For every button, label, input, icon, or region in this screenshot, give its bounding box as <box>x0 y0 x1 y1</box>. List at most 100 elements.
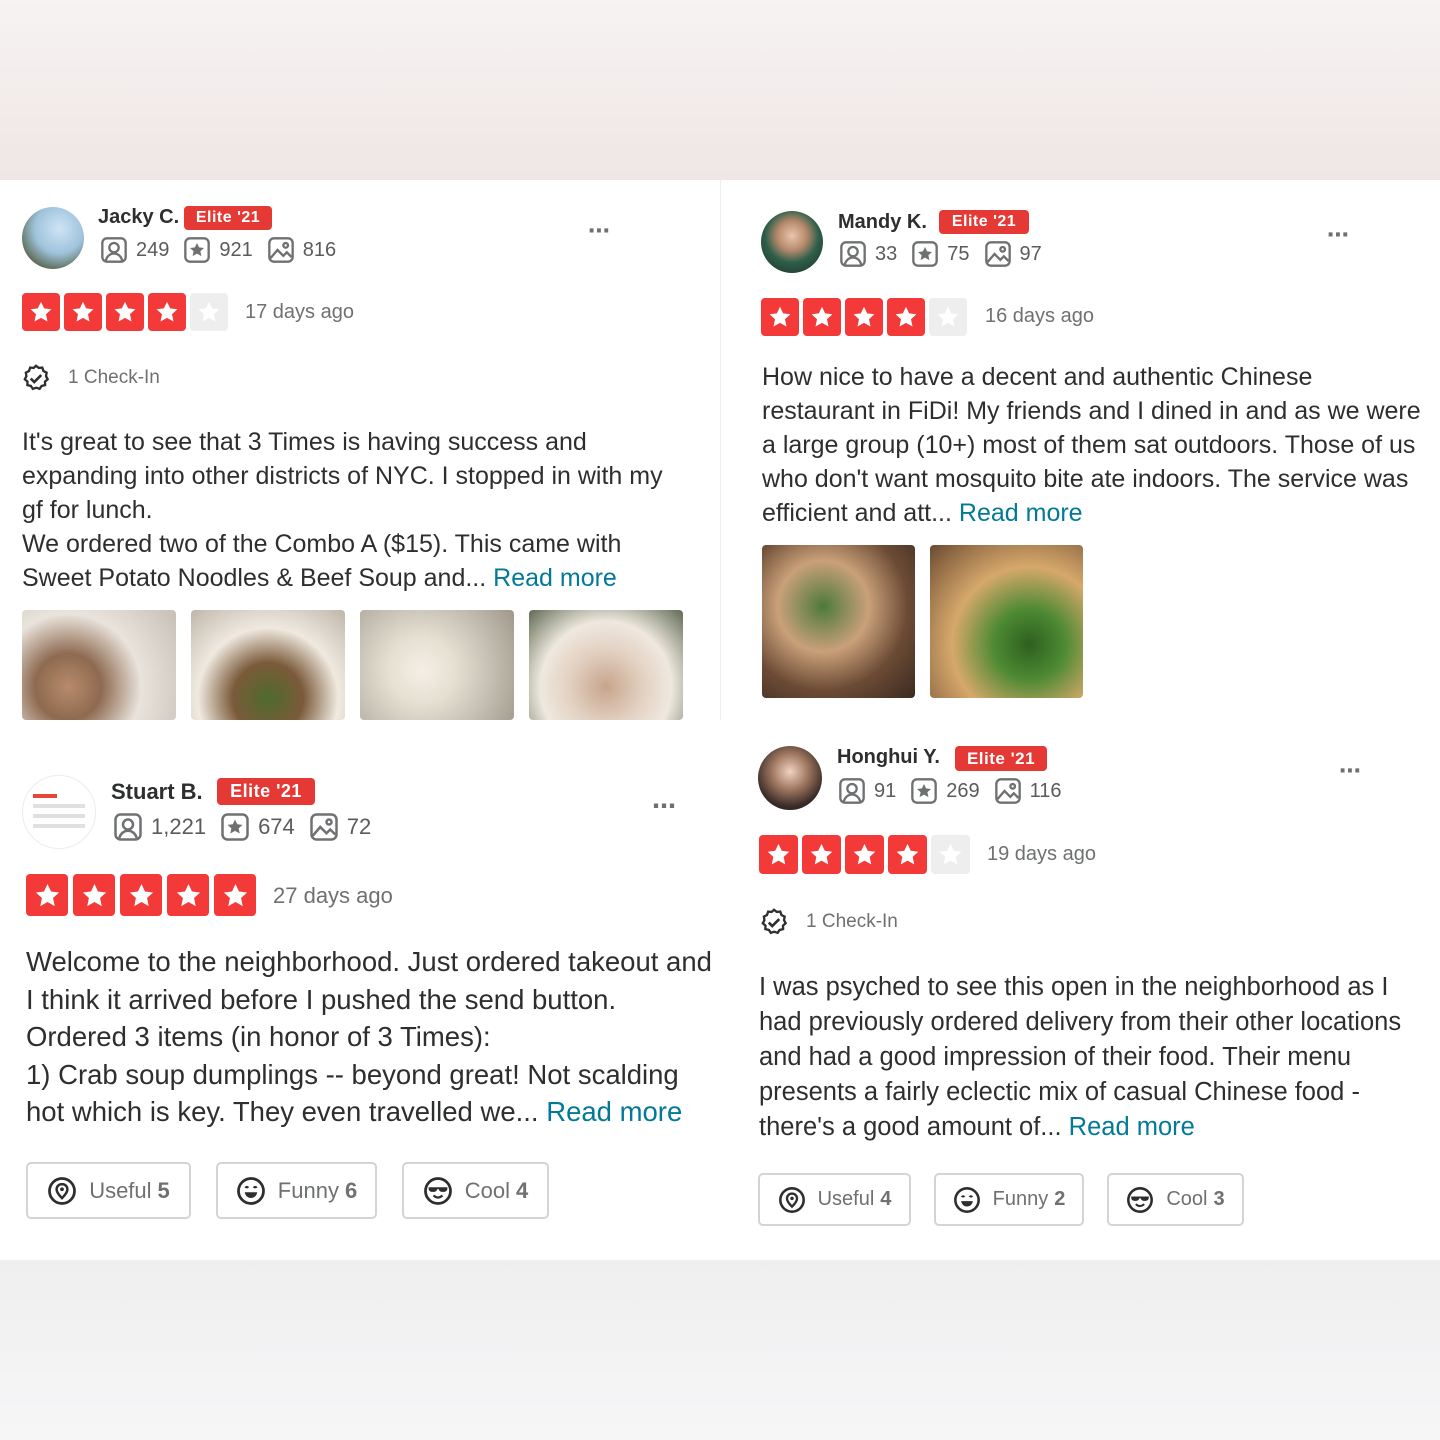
user-stats: 249 921 816 <box>100 236 350 264</box>
cool-button[interactable]: Cool 3 <box>1107 1173 1244 1226</box>
avatar[interactable] <box>758 746 822 810</box>
user-name[interactable]: Stuart B. <box>111 779 203 805</box>
elite-badge: Elite '21 <box>184 206 272 230</box>
more-icon: ⋯ <box>588 218 616 243</box>
star-icon <box>196 299 222 325</box>
more-icon: ⋯ <box>1339 758 1367 783</box>
funny-count: 2 <box>1054 1188 1066 1210</box>
rating-star <box>214 874 256 916</box>
rating-star <box>845 298 883 336</box>
friends-icon <box>838 777 866 805</box>
photos-icon <box>984 240 1012 268</box>
rating-star <box>887 298 925 336</box>
star-icon <box>174 881 203 910</box>
photos-icon <box>267 236 295 264</box>
top-background-band <box>0 0 1440 180</box>
rating-star <box>26 874 68 916</box>
avatar[interactable] <box>22 775 96 849</box>
star-icon <box>851 841 878 868</box>
checkin-icon <box>760 908 788 936</box>
friends-icon <box>839 240 867 268</box>
star-icon <box>894 841 921 868</box>
more-options-button[interactable]: ⋯ <box>652 792 682 821</box>
read-more-link[interactable]: Read more <box>1069 1113 1195 1141</box>
friends-count: 1,221 <box>151 814 207 839</box>
review-photo[interactable] <box>762 545 915 698</box>
photos-count: 97 <box>1019 242 1042 265</box>
elite-badge: Elite '21 <box>939 210 1029 234</box>
useful-count: 4 <box>880 1188 892 1210</box>
useful-button[interactable]: Useful 4 <box>758 1173 911 1226</box>
reviews-stat: 921 <box>183 236 253 264</box>
more-options-button[interactable]: ⋯ <box>588 218 616 244</box>
friends-count: 33 <box>875 242 898 265</box>
more-icon: ⋯ <box>652 793 682 820</box>
read-more-link[interactable]: Read more <box>959 499 1083 527</box>
review-photo[interactable] <box>360 610 514 720</box>
more-options-button[interactable]: ⋯ <box>1327 222 1355 248</box>
avatar[interactable] <box>22 207 84 269</box>
checkin-icon <box>22 364 50 392</box>
reviews-count: 269 <box>946 779 980 802</box>
friends-icon <box>113 812 143 842</box>
rating-star <box>761 298 799 336</box>
photos-stat: 816 <box>267 236 336 264</box>
star-icon <box>765 841 792 868</box>
rating-star <box>73 874 115 916</box>
review-text: Welcome to the neighborhood. Just ordere… <box>26 943 720 1131</box>
elite-badge: Elite '21 <box>217 778 315 805</box>
cool-count: 4 <box>516 1177 529 1203</box>
avatar[interactable] <box>761 211 823 273</box>
friends-count: 249 <box>136 238 170 261</box>
funny-icon <box>236 1176 266 1206</box>
review-photo[interactable] <box>191 610 345 720</box>
user-name[interactable]: Mandy K. <box>838 211 927 234</box>
review-text: I was psyched to see this open in the ne… <box>759 970 1419 1145</box>
star-icon <box>221 881 250 910</box>
reviews-count: 674 <box>258 814 295 839</box>
review-date: 16 days ago <box>985 305 1094 327</box>
useful-count: 5 <box>157 1177 170 1203</box>
review-photo[interactable] <box>22 610 176 720</box>
star-icon <box>809 304 835 330</box>
checkin-text: 1 Check-In <box>806 911 898 932</box>
rating-star <box>931 835 970 874</box>
star-rating <box>26 874 261 916</box>
review-photo[interactable] <box>930 545 1083 698</box>
rating-star <box>888 835 927 874</box>
read-more-link[interactable]: Read more <box>493 564 617 592</box>
user-stats: 91 269 116 <box>838 777 1076 805</box>
star-icon <box>70 299 96 325</box>
useful-label: Useful <box>817 1188 875 1210</box>
rating-star <box>120 874 162 916</box>
checkin-text: 1 Check-In <box>68 367 160 388</box>
user-name[interactable]: Honghui Y. <box>837 746 940 769</box>
rating-star <box>845 835 884 874</box>
check-in: 1 Check-In <box>760 908 898 936</box>
star-icon <box>935 304 961 330</box>
user-name[interactable]: Jacky C. <box>98 206 179 229</box>
rating-star <box>148 293 186 331</box>
cool-button[interactable]: Cool 4 <box>402 1162 549 1219</box>
star-icon <box>33 881 62 910</box>
friends-stat: 249 <box>100 236 169 264</box>
star-rating <box>761 298 971 336</box>
friends-icon <box>100 236 128 264</box>
rating-star <box>802 835 841 874</box>
funny-label: Funny <box>992 1188 1049 1210</box>
photos-stat: 116 <box>994 777 1062 805</box>
star-icon <box>127 881 156 910</box>
useful-icon <box>47 1176 77 1206</box>
review-photo[interactable] <box>529 610 683 720</box>
user-stats: 33 75 97 <box>839 240 1056 268</box>
funny-button[interactable]: Funny 2 <box>934 1173 1084 1226</box>
more-options-button[interactable]: ⋯ <box>1339 758 1367 784</box>
reviews-icon <box>911 240 939 268</box>
useful-button[interactable]: Useful 5 <box>26 1162 191 1219</box>
useful-icon <box>778 1186 806 1214</box>
funny-button[interactable]: Funny 6 <box>216 1162 377 1219</box>
rating-star <box>106 293 144 331</box>
star-icon <box>851 304 877 330</box>
read-more-link[interactable]: Read more <box>546 1096 682 1127</box>
useful-label: Useful <box>89 1177 152 1203</box>
